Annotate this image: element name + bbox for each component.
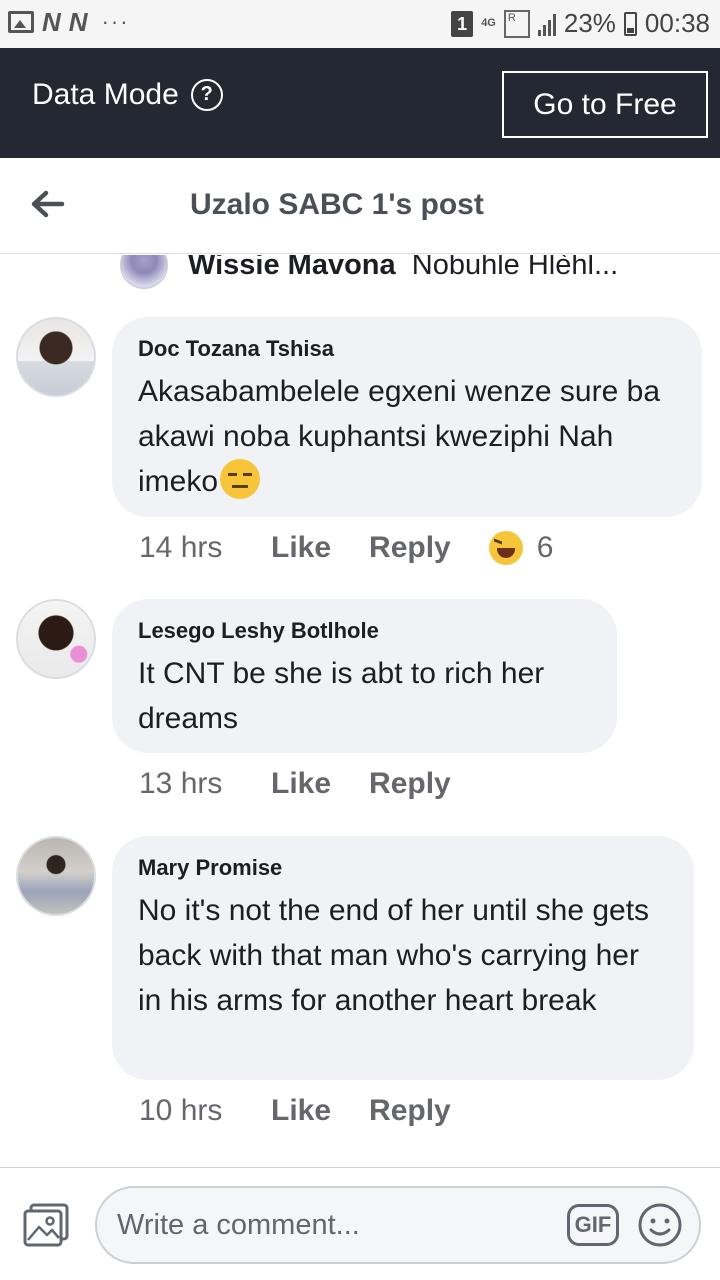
comment-bubble[interactable]: Mary Promise No it's not the end of her … — [112, 836, 694, 1080]
avatar[interactable] — [16, 836, 96, 916]
comment-timestamp: 10 hrs — [139, 1094, 223, 1127]
battery-icon — [623, 11, 637, 36]
status-bar: N N ··· 1 4G R 23% 00:38 — [0, 0, 720, 48]
photo-icon[interactable] — [22, 1202, 70, 1248]
comment-text: It CNT be she is abt to rich her dreams — [138, 657, 545, 735]
comment-actions: 13 hrs Like Reply — [139, 767, 489, 801]
status-left: N N ··· — [8, 7, 130, 37]
commenter-name[interactable]: Doc Tozana Tshisa — [138, 335, 674, 363]
comment-composer: GIF — [0, 1167, 720, 1280]
comment-input-container[interactable]: GIF — [95, 1186, 701, 1264]
previous-reply-preview[interactable]: Wissie Mavona Nobuhle Hlèhl... — [120, 255, 618, 289]
comment-text: Akasabambelele egxeni wenze sure ba akaw… — [138, 369, 674, 504]
comment-text-content: Akasabambelele egxeni wenze sure ba akaw… — [138, 375, 660, 498]
comment-text: No it's not the end of her until she get… — [138, 894, 650, 1017]
like-button[interactable]: Like — [271, 531, 331, 565]
comment-timestamp: 13 hrs — [139, 767, 223, 800]
sim-slot-icon: 1 — [451, 10, 474, 37]
status-right: 1 4G R 23% 00:38 — [451, 8, 710, 39]
reply-preview-text: Wissie Mavona Nobuhle Hlèhl... — [188, 255, 618, 282]
network-type-icon: 4G — [481, 17, 496, 29]
comment-actions: 14 hrs Like Reply 6 — [139, 531, 553, 565]
page-title: Uzalo SABC 1's post — [190, 188, 484, 221]
back-arrow-icon[interactable] — [26, 184, 70, 224]
comment-timestamp: 14 hrs — [139, 531, 223, 564]
comments-list[interactable]: Wissie Mavona Nobuhle Hlèhl... Doc Tozan… — [0, 255, 720, 1167]
comment-text: Nobuhle Hlèhl... — [411, 255, 619, 281]
avatar[interactable] — [16, 317, 96, 397]
gif-button[interactable]: GIF — [567, 1204, 619, 1246]
roaming-icon: R — [503, 9, 530, 38]
battery-percent: 23% — [563, 8, 616, 38]
haha-reaction-icon — [488, 531, 523, 565]
expressionless-face-icon — [220, 459, 261, 499]
reply-button[interactable]: Reply — [369, 531, 451, 565]
like-button[interactable]: Like — [271, 1094, 331, 1128]
data-mode-banner: Data Mode ? Go to Free — [0, 48, 720, 158]
comment-input[interactable] — [117, 1188, 557, 1262]
gallery-notification-icon — [8, 11, 34, 33]
go-to-free-button[interactable]: Go to Free — [502, 71, 708, 138]
avatar[interactable] — [16, 599, 96, 679]
reply-button[interactable]: Reply — [369, 1094, 451, 1128]
post-header: Uzalo SABC 1's post — [0, 158, 720, 254]
commenter-name[interactable]: Mary Promise — [138, 854, 666, 882]
data-mode-title: Data Mode ? — [32, 78, 223, 112]
data-mode-label: Data Mode — [32, 78, 179, 111]
help-icon[interactable]: ? — [190, 79, 223, 111]
reply-button[interactable]: Reply — [369, 767, 451, 801]
notification-n-icon: N — [42, 7, 61, 37]
notification-n-icon: N — [68, 7, 88, 37]
commenter-name[interactable]: Lesego Leshy Botlhole — [138, 617, 589, 645]
reaction-summary[interactable]: 6 — [488, 531, 554, 565]
clock: 00:38 — [644, 8, 710, 38]
avatar[interactable] — [120, 255, 168, 289]
commenter-name[interactable]: Wissie Mavona — [188, 255, 396, 281]
like-button[interactable]: Like — [271, 767, 331, 801]
comment-bubble[interactable]: Doc Tozana Tshisa Akasabambelele egxeni … — [112, 317, 702, 517]
comment-bubble[interactable]: Lesego Leshy Botlhole It CNT be she is a… — [112, 599, 617, 753]
comment-actions: 10 hrs Like Reply — [139, 1094, 489, 1128]
reaction-count: 6 — [536, 531, 554, 564]
emoji-icon[interactable] — [637, 1202, 683, 1248]
more-notifications-icon: ··· — [101, 9, 130, 34]
signal-icon — [537, 12, 556, 36]
